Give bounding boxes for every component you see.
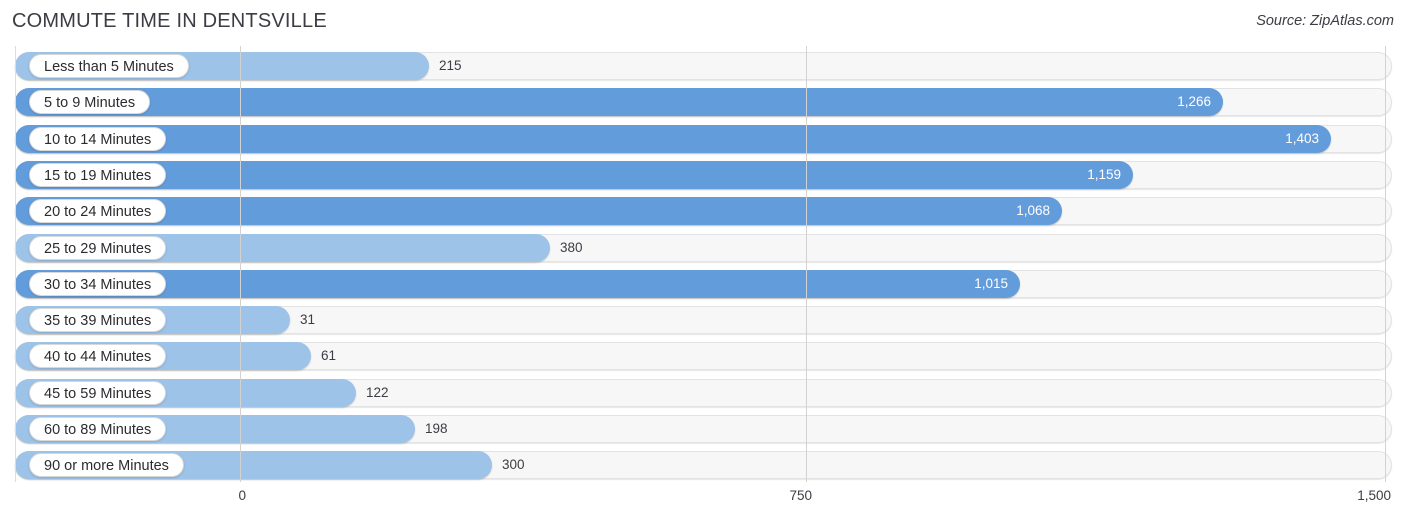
category-label-12[interactable]: 90 or more Minutes: [29, 453, 184, 478]
bar-value-label: 1,266: [1177, 94, 1211, 110]
bar-segment[interactable]: 1,403: [15, 124, 1331, 153]
table-row[interactable]: 1,015 30 to 34 Minutes: [15, 269, 1392, 298]
bar-value-label: 300: [502, 457, 525, 473]
bar-value-label: 1,068: [1016, 203, 1050, 219]
bar-value-label: 1,159: [1087, 166, 1121, 182]
category-label-7[interactable]: 30 to 34 Minutes: [29, 271, 167, 296]
bar-segment[interactable]: 1,068: [15, 197, 1062, 226]
category-label-11[interactable]: 60 to 89 Minutes: [29, 417, 167, 441]
category-label-4[interactable]: 15 to 19 Minutes: [29, 162, 167, 187]
category-label-5[interactable]: 20 to 24 Minutes: [29, 199, 167, 224]
bar-value-label: 31: [300, 312, 316, 328]
bar-value-label: 380: [560, 239, 583, 255]
table-row[interactable]: 215 Less than 5 Minutes: [15, 52, 1392, 80]
category-label-8[interactable]: 35 to 39 Minutes: [29, 308, 167, 333]
table-row[interactable]: 122 45 to 59 Minutes: [15, 378, 1392, 407]
source-attribution: Source: ZipAtlas.com: [1256, 13, 1394, 29]
axis-tick-label: 1,500: [1357, 488, 1391, 503]
category-label-3[interactable]: 10 to 14 Minutes: [29, 126, 167, 151]
bar-value-label: 1,403: [1285, 130, 1319, 146]
table-row[interactable]: 198 60 to 89 Minutes: [15, 415, 1392, 443]
page-title: COMMUTE TIME IN DENTSVILLE: [12, 10, 327, 32]
bar-value-label: 1,015: [974, 275, 1008, 291]
bar-value-label: 215: [439, 58, 462, 73]
table-row[interactable]: 1,159 15 to 19 Minutes: [15, 160, 1392, 189]
axis-tick-label: 0: [238, 488, 246, 503]
table-row[interactable]: 380 25 to 29 Minutes: [15, 233, 1392, 262]
bar-value-label: 122: [366, 384, 389, 400]
bar-value-label: 61: [321, 348, 337, 364]
chart-plot-area: 215 Less than 5 Minutes 1,266 5 to 9 Minute…: [0, 46, 1406, 482]
category-label-10[interactable]: 45 to 59 Minutes: [29, 380, 167, 405]
table-row[interactable]: 1,403 10 to 14 Minutes: [15, 124, 1392, 153]
gridline-0: [240, 46, 241, 482]
gridline-1500: [1385, 46, 1386, 482]
bar-segment[interactable]: 1,266: [15, 88, 1223, 117]
gridline-left-edge: [15, 46, 16, 482]
category-label-1[interactable]: Less than 5 Minutes: [29, 54, 189, 78]
x-axis: 0 750 1,500: [0, 484, 1406, 514]
bar-segment[interactable]: 1,159: [15, 160, 1133, 189]
gridline-750: [806, 46, 807, 482]
table-row[interactable]: 31 35 to 39 Minutes: [15, 306, 1392, 335]
axis-tick-label: 750: [789, 488, 812, 503]
category-label-6[interactable]: 25 to 29 Minutes: [29, 235, 167, 260]
bar-value-label: 198: [425, 421, 448, 436]
chart-header: COMMUTE TIME IN DENTSVILLE Source: ZipAt…: [0, 0, 1406, 44]
table-row[interactable]: 300 90 or more Minutes: [15, 451, 1392, 480]
table-row[interactable]: 1,266 5 to 9 Minutes: [15, 88, 1392, 117]
category-label-2[interactable]: 5 to 9 Minutes: [29, 90, 151, 115]
table-row[interactable]: 61 40 to 44 Minutes: [15, 342, 1392, 371]
table-row[interactable]: 1,068 20 to 24 Minutes: [15, 197, 1392, 226]
category-label-9[interactable]: 40 to 44 Minutes: [29, 344, 167, 369]
